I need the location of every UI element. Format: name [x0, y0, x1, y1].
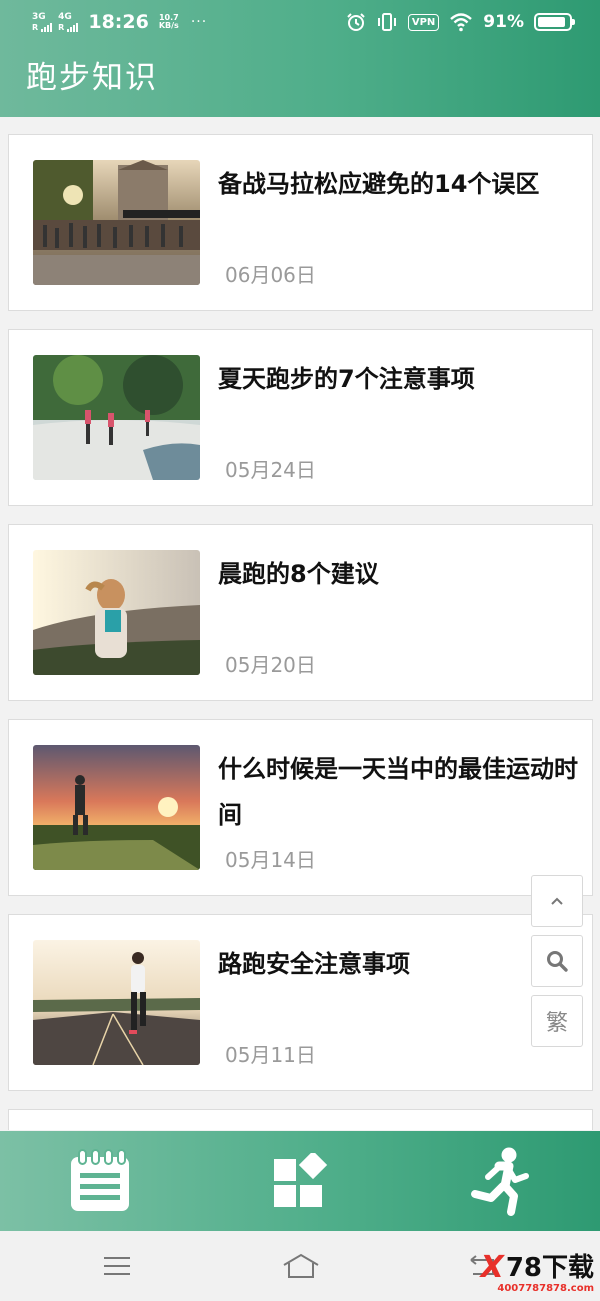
- tab-running[interactable]: [400, 1131, 600, 1231]
- notepad-icon: [71, 1149, 129, 1211]
- status-bar: 3G R 4G R 18:26 10.7 KB/s ··· VPN 91%: [0, 0, 600, 44]
- home-icon: [283, 1253, 319, 1278]
- article-title[interactable]: 什么时候是一天当中的最佳运动时间: [218, 746, 578, 838]
- vpn-badge: VPN: [407, 13, 440, 31]
- app-header: 3G R 4G R 18:26 10.7 KB/s ··· VPN 91% 跑步…: [0, 0, 600, 117]
- article-card[interactable]: 路跑安全注意事项 05月11日: [8, 914, 593, 1091]
- article-card[interactable]: 晨跑的8个建议 05月20日: [8, 524, 593, 701]
- article-thumbnail: [33, 940, 200, 1065]
- article-title[interactable]: 备战马拉松应避免的14个误区: [218, 161, 578, 207]
- article-date: 05月24日: [225, 458, 316, 482]
- system-nav-bar: X 78下载 4007787878.com: [0, 1231, 600, 1301]
- watermark-url: 4007787878.com: [497, 1283, 594, 1294]
- wifi-icon: [450, 13, 473, 32]
- back-to-top-button[interactable]: [531, 875, 583, 927]
- traditional-chinese-label: 繁: [545, 1011, 568, 1036]
- article-date: 06月06日: [225, 263, 316, 287]
- signal-bars-icon: R: [58, 22, 79, 32]
- article-date: 05月20日: [225, 653, 316, 677]
- watermark-brand: 78下载: [505, 1253, 594, 1283]
- page-title: 跑步知识: [26, 60, 158, 96]
- article-date: 05月14日: [225, 848, 316, 872]
- article-card[interactable]: 夏天跑步的7个注意事项 05月24日: [8, 329, 593, 506]
- article-title[interactable]: 夏天跑步的7个注意事项: [218, 356, 578, 402]
- article-title[interactable]: 路跑安全注意事项: [218, 941, 578, 987]
- menu-button[interactable]: [97, 1251, 137, 1281]
- site-watermark: X 78下载 4007787878.com: [444, 1253, 594, 1297]
- battery-icon: [534, 13, 575, 31]
- signal-bars-icon: R: [32, 22, 53, 32]
- article-date: 05月11日: [225, 1043, 316, 1067]
- article-title[interactable]: 晨跑的8个建议: [218, 551, 578, 597]
- tab-categories[interactable]: [200, 1131, 400, 1231]
- signal-3g: 3G R: [32, 12, 53, 32]
- article-thumbnail: [33, 745, 200, 870]
- article-thumbnail: [33, 355, 200, 480]
- tab-notes[interactable]: [0, 1131, 200, 1231]
- article-card[interactable]: 备战马拉松应避免的14个误区 06月06日: [8, 134, 593, 311]
- article-card[interactable]: [8, 1109, 593, 1130]
- running-person-icon: [471, 1147, 529, 1216]
- article-card[interactable]: 什么时候是一天当中的最佳运动时间 05月14日: [8, 719, 593, 896]
- vibrate-icon: [377, 13, 396, 31]
- grid-apps-icon: [274, 1153, 328, 1207]
- bottom-tab-bar: [0, 1131, 600, 1231]
- article-thumbnail: [33, 160, 200, 285]
- home-button[interactable]: [281, 1251, 321, 1281]
- clock: 18:26: [88, 11, 149, 33]
- alarm-icon: [347, 13, 365, 31]
- battery-percent: 91%: [483, 12, 524, 32]
- article-list[interactable]: 备战马拉松应避免的14个误区 06月06日 夏天跑步的7个注意事项 05月24日: [0, 117, 600, 1130]
- chevron-up-icon: [551, 897, 563, 905]
- search-button[interactable]: [531, 935, 583, 987]
- signal-4g: 4G R: [58, 12, 79, 32]
- menu-lines-icon: [104, 1257, 130, 1275]
- watermark-x-logo: X: [480, 1250, 504, 1285]
- network-speed: 10.7 KB/s: [158, 13, 179, 30]
- more-notifications-icon: ···: [190, 14, 208, 30]
- traditional-chinese-button[interactable]: 繁: [531, 995, 583, 1047]
- search-icon: [547, 951, 568, 972]
- article-thumbnail: [33, 550, 200, 675]
